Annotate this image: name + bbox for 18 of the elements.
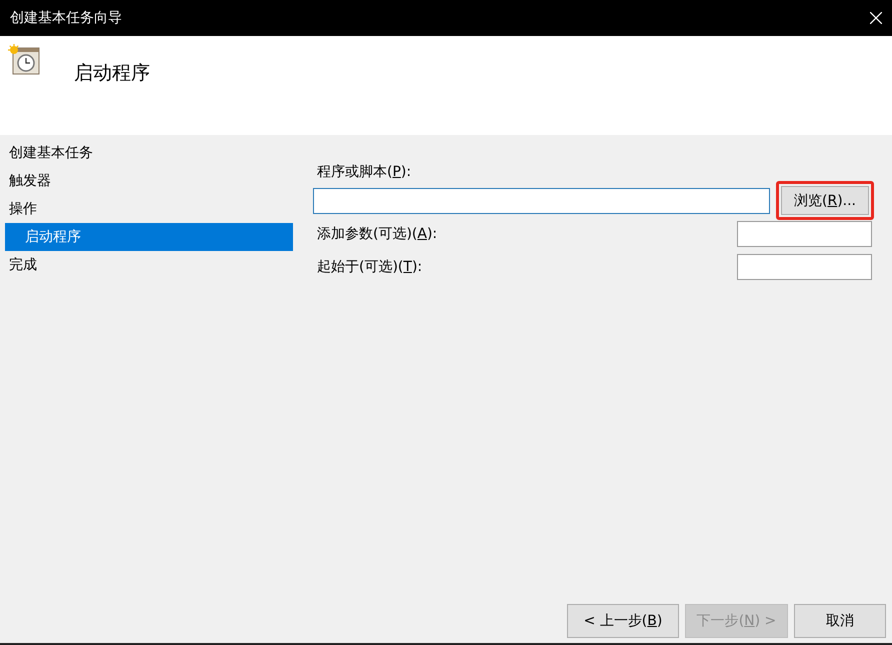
page-title: 启动程序 <box>74 61 150 86</box>
field-label: 程序或脚本(P): <box>317 163 412 181</box>
field-label: 添加参数(可选)(A): <box>317 225 438 243</box>
sidebar-item[interactable]: 完成 <box>5 251 293 279</box>
browse-button[interactable]: 浏览(R)... <box>781 186 869 215</box>
back-button[interactable]: < 上一步(B) <box>567 604 679 638</box>
arguments-field[interactable] <box>737 221 872 247</box>
clock-icon <box>8 44 40 76</box>
sidebar-item[interactable]: 创建基本任务 <box>5 139 293 167</box>
start-in-field[interactable] <box>737 254 872 280</box>
window-title: 创建基本任务向导 <box>10 9 122 27</box>
close-icon[interactable] <box>870 12 882 24</box>
sidebar-item[interactable]: 操作 <box>5 195 293 223</box>
field-label: 起始于(可选)(T): <box>317 258 422 276</box>
sidebar-item[interactable]: 触发器 <box>5 167 293 195</box>
program-field[interactable] <box>313 188 770 214</box>
cancel-button[interactable]: 取消 <box>794 604 886 638</box>
sidebar-item[interactable]: 启动程序 <box>5 223 293 251</box>
